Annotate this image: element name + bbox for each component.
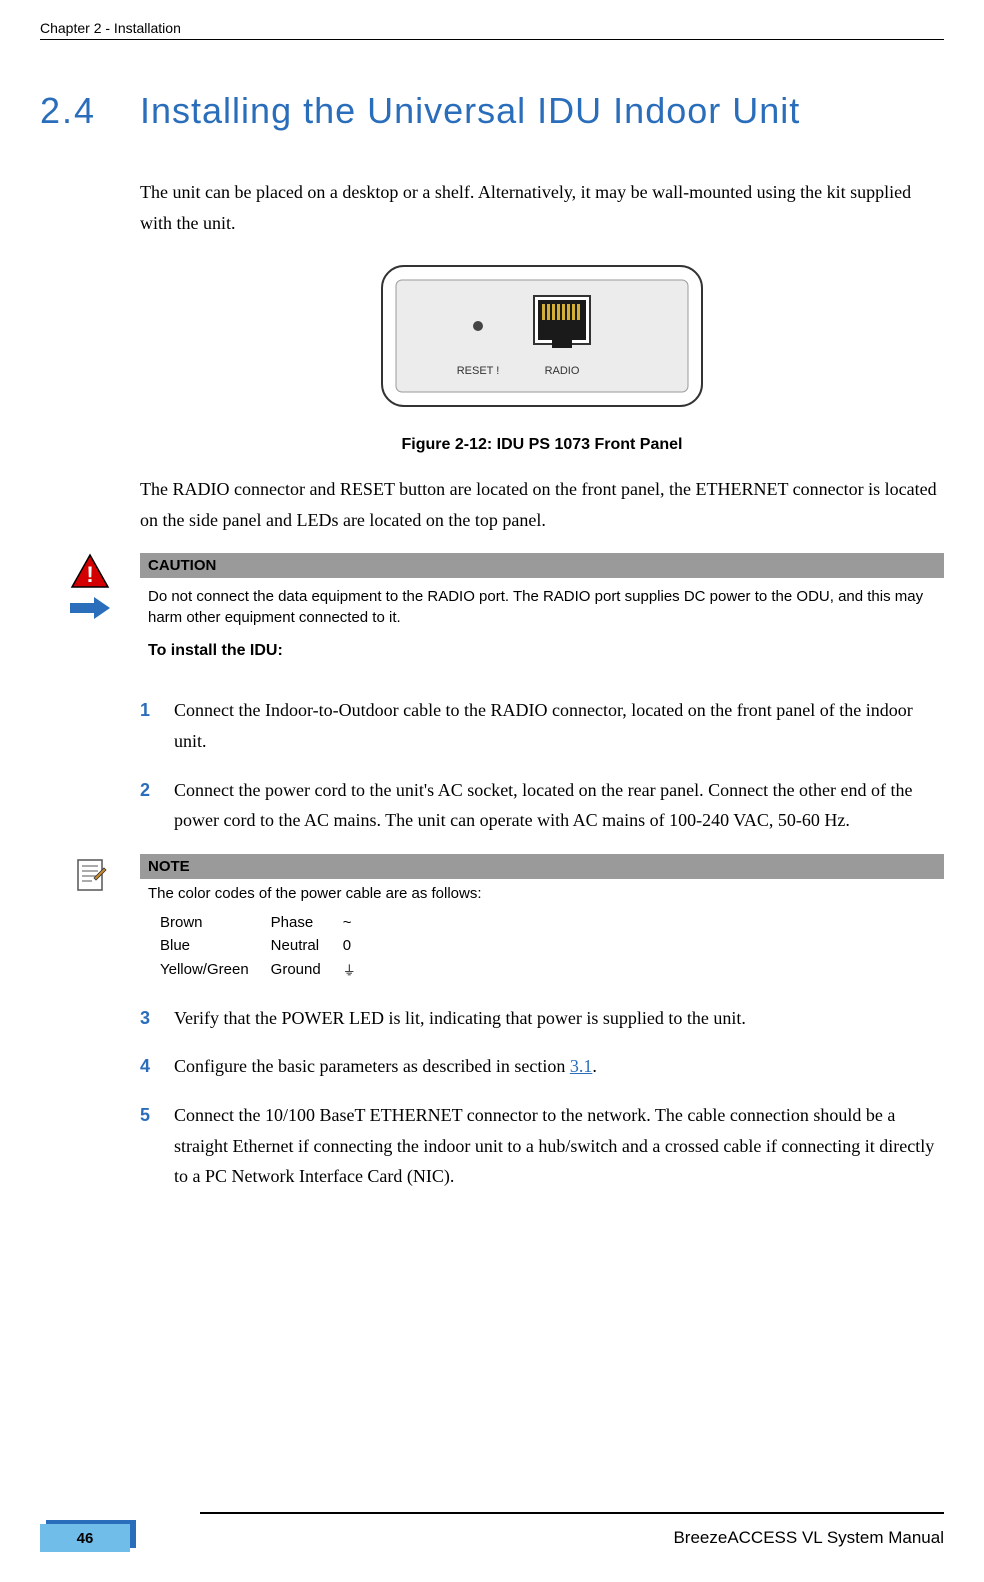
arrow-icon — [68, 595, 112, 621]
section-title: Installing the Universal IDU Indoor Unit — [140, 90, 800, 132]
step-number: 1 — [140, 695, 174, 756]
note-header: NOTE — [140, 854, 944, 879]
warning-icon: ! — [70, 553, 110, 589]
step-text: Connect the power cord to the unit's AC … — [174, 775, 944, 836]
manual-title: BreezeACCESS VL System Manual — [673, 1528, 944, 1548]
table-row: Blue Neutral 0 — [160, 935, 376, 956]
step4-post: . — [592, 1056, 597, 1076]
symbol-cell: 0 — [343, 935, 376, 956]
page-header: Chapter 2 - Installation — [40, 20, 944, 40]
page-footer: 46 BreezeACCESS VL System Manual — [0, 1512, 984, 1552]
role-cell: Ground — [271, 958, 341, 981]
step-5: 5 Connect the 10/100 BaseT ETHERNET conn… — [140, 1100, 944, 1192]
step-1: 1 Connect the Indoor-to-Outdoor cable to… — [140, 695, 944, 756]
step-number: 3 — [140, 1003, 174, 1034]
color-cell: Blue — [160, 935, 269, 956]
step-3: 3 Verify that the POWER LED is lit, indi… — [140, 1003, 944, 1034]
color-code-table: Brown Phase ~ Blue Neutral 0 Yellow/Gree… — [140, 910, 386, 993]
step-4: 4 Configure the basic parameters as desc… — [140, 1051, 944, 1082]
step-text: Configure the basic parameters as descri… — [174, 1051, 944, 1082]
table-row: Yellow/Green Ground ⏚ — [160, 958, 376, 981]
symbol-cell: ⏚ — [343, 958, 376, 981]
svg-text:!: ! — [86, 562, 93, 587]
color-cell: Yellow/Green — [160, 958, 269, 981]
step-text: Verify that the POWER LED is lit, indica… — [174, 1003, 944, 1034]
role-cell: Neutral — [271, 935, 341, 956]
table-row: Brown Phase ~ — [160, 912, 376, 933]
role-cell: Phase — [271, 912, 341, 933]
reset-label: RESET ! — [457, 365, 500, 377]
step-text: Connect the 10/100 BaseT ETHERNET connec… — [174, 1100, 944, 1192]
step-2: 2 Connect the power cord to the unit's A… — [140, 775, 944, 836]
page-number: 46 — [77, 1530, 94, 1547]
section-number: 2.4 — [40, 90, 140, 132]
section-heading-row: 2.4 Installing the Universal IDU Indoor … — [40, 90, 944, 132]
step-text: Connect the Indoor-to-Outdoor cable to t… — [174, 695, 944, 756]
idu-front-panel-illustration: RESET ! RADIO — [362, 256, 722, 426]
note-intro: The color codes of the power cable are a… — [140, 885, 944, 910]
step4-pre: Configure the basic parameters as descri… — [174, 1056, 570, 1076]
step-number: 2 — [140, 775, 174, 836]
caution-callout: ! CAUTION Do not connect the data equipm… — [40, 553, 944, 685]
step-number: 4 — [140, 1051, 174, 1082]
symbol-cell: ~ — [343, 912, 376, 933]
caution-header: CAUTION — [140, 553, 944, 578]
step-number: 5 — [140, 1100, 174, 1192]
caution-text: Do not connect the data equipment to the… — [140, 584, 944, 634]
figure-2-12: RESET ! RADIO Figure 2-12: IDU PS 1073 F… — [140, 256, 944, 454]
note-icon — [70, 854, 110, 894]
section-3-1-link[interactable]: 3.1 — [570, 1056, 593, 1076]
color-cell: Brown — [160, 912, 269, 933]
note-callout: NOTE The color codes of the power cable … — [40, 854, 944, 993]
to-install-heading: To install the IDU: — [148, 642, 944, 660]
figure-caption: Figure 2-12: IDU PS 1073 Front Panel — [140, 436, 944, 454]
radio-label: RADIO — [545, 365, 580, 377]
intro-paragraph: The unit can be placed on a desktop or a… — [140, 177, 944, 238]
paragraph-2: The RADIO connector and RESET button are… — [140, 474, 944, 535]
page-number-tab: 46 — [40, 1524, 130, 1552]
